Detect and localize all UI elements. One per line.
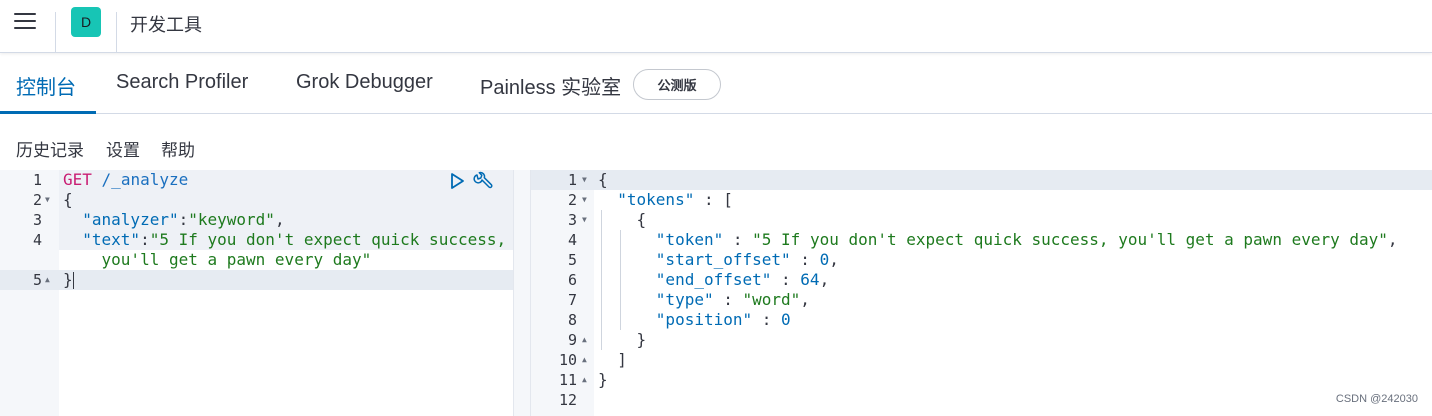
json-key: "token" [655, 230, 724, 249]
response-editor: 1 ▼ 2 ▼ 3 ▼ 4 5 6 7 8 9 ▲ 10 ▲ 11 ▲ 12 {… [531, 170, 1432, 416]
json-key: "text" [82, 230, 141, 249]
code-line: "position" : 0 [655, 310, 791, 329]
fold-arrow-icon[interactable]: ▼ [582, 210, 587, 230]
top-header: D 开发工具 [0, 0, 1432, 53]
request-line: GET /_analyze [63, 170, 188, 190]
tab-search-profiler[interactable]: Search Profiler [116, 71, 248, 94]
line-number: 3 [32, 211, 42, 229]
space-avatar[interactable]: D [71, 7, 101, 37]
request-url: /_analyze [101, 170, 189, 189]
fold-arrow-icon[interactable]: ▲ [582, 370, 587, 390]
line-number: 9 [567, 331, 577, 349]
wrench-icon[interactable] [472, 171, 494, 191]
console-menu: 历史记录 设置 帮助 [0, 114, 1432, 170]
json-key: "tokens" [617, 190, 695, 209]
beta-badge: 公测版 [633, 69, 721, 100]
code-line: "token" : "5 If you don't expect quick s… [655, 230, 1398, 249]
json-string: "5 If you don't expect quick success, yo… [752, 230, 1388, 249]
line-number: 2 [32, 191, 42, 209]
line-number: 5 [567, 251, 577, 269]
code-line: } [598, 330, 647, 349]
header-divider [55, 12, 56, 52]
line-number: 3 [567, 211, 577, 229]
line-number: 4 [32, 231, 42, 249]
active-line-highlight [0, 270, 513, 290]
line-number: 7 [567, 291, 577, 309]
line-number: 8 [567, 311, 577, 329]
line-number: 5 [32, 271, 42, 289]
code-line: } [598, 370, 608, 389]
watermark: CSDN @242030 [1335, 393, 1418, 405]
text-cursor [72, 272, 74, 289]
code-line: ] [598, 350, 627, 369]
code-line: { [598, 210, 647, 229]
code-line: { [63, 190, 73, 210]
json-key: "start_offset" [655, 250, 791, 269]
json-string: "5 If you don't expect quick success, [149, 230, 507, 249]
json-string: "keyword" [188, 210, 275, 229]
line-number: 11 [558, 371, 577, 389]
help-link[interactable]: 帮助 [161, 136, 195, 161]
play-icon[interactable] [449, 172, 465, 190]
code-line-wrapped: you'll get a pawn every day" [63, 250, 372, 270]
line-number: 1 [567, 171, 577, 189]
code-line: "end_offset" : 64, [655, 270, 830, 289]
line-number: 10 [558, 351, 577, 369]
line-number: 4 [567, 231, 577, 249]
code-line: "tokens" : [ [617, 190, 733, 209]
page-title: 开发工具 [130, 15, 202, 36]
fold-arrow-icon[interactable]: ▼ [582, 190, 587, 210]
settings-link[interactable]: 设置 [106, 136, 140, 161]
line-number: 2 [567, 191, 577, 209]
tab-console[interactable]: 控制台 [16, 71, 76, 100]
json-key: "analyzer" [82, 210, 179, 229]
json-string: you'll get a pawn every day" [101, 250, 372, 269]
fold-arrow-icon[interactable]: ▲ [45, 270, 50, 290]
header-divider [116, 12, 117, 52]
request-editor[interactable]: 1 2 ▼ 3 4 5 ▲ GET /_analyze { "analyzer"… [0, 170, 513, 416]
json-key: "position" [655, 310, 753, 329]
json-number: 64 [800, 270, 820, 289]
menu-icon[interactable] [14, 13, 36, 31]
tab-painless-lab[interactable]: Painless 实验室 [480, 71, 621, 100]
code-line: "start_offset" : 0, [655, 250, 839, 269]
http-method: GET [63, 170, 92, 189]
fold-arrow-icon[interactable]: ▼ [582, 170, 587, 190]
code-line: { [598, 170, 608, 189]
dev-tools-tabs: 控制台 Search Profiler Grok Debugger Painle… [0, 54, 1432, 114]
line-number: 12 [558, 391, 577, 409]
json-number: 0 [781, 310, 791, 329]
brace: { [63, 190, 73, 209]
line-number: 1 [32, 171, 42, 189]
code-line: "type" : "word", [655, 290, 810, 309]
brace: } [63, 270, 73, 289]
json-key: "type" [655, 290, 714, 309]
line-number: 6 [567, 271, 577, 289]
json-string: "word" [742, 290, 801, 309]
code-line: "text":"5 If you don't expect quick succ… [82, 230, 507, 249]
active-line-highlight [531, 170, 1432, 190]
tab-grok-debugger[interactable]: Grok Debugger [296, 71, 433, 94]
code-line: "analyzer":"keyword", [82, 210, 285, 229]
json-key: "end_offset" [655, 270, 772, 289]
json-number: 0 [819, 250, 830, 269]
fold-arrow-icon[interactable]: ▼ [45, 190, 50, 210]
code-line: } [63, 270, 74, 290]
fold-arrow-icon[interactable]: ▲ [582, 330, 587, 350]
history-link[interactable]: 历史记录 [16, 136, 84, 161]
editor-resizer[interactable] [513, 170, 531, 416]
fold-arrow-icon[interactable]: ▲ [582, 350, 587, 370]
